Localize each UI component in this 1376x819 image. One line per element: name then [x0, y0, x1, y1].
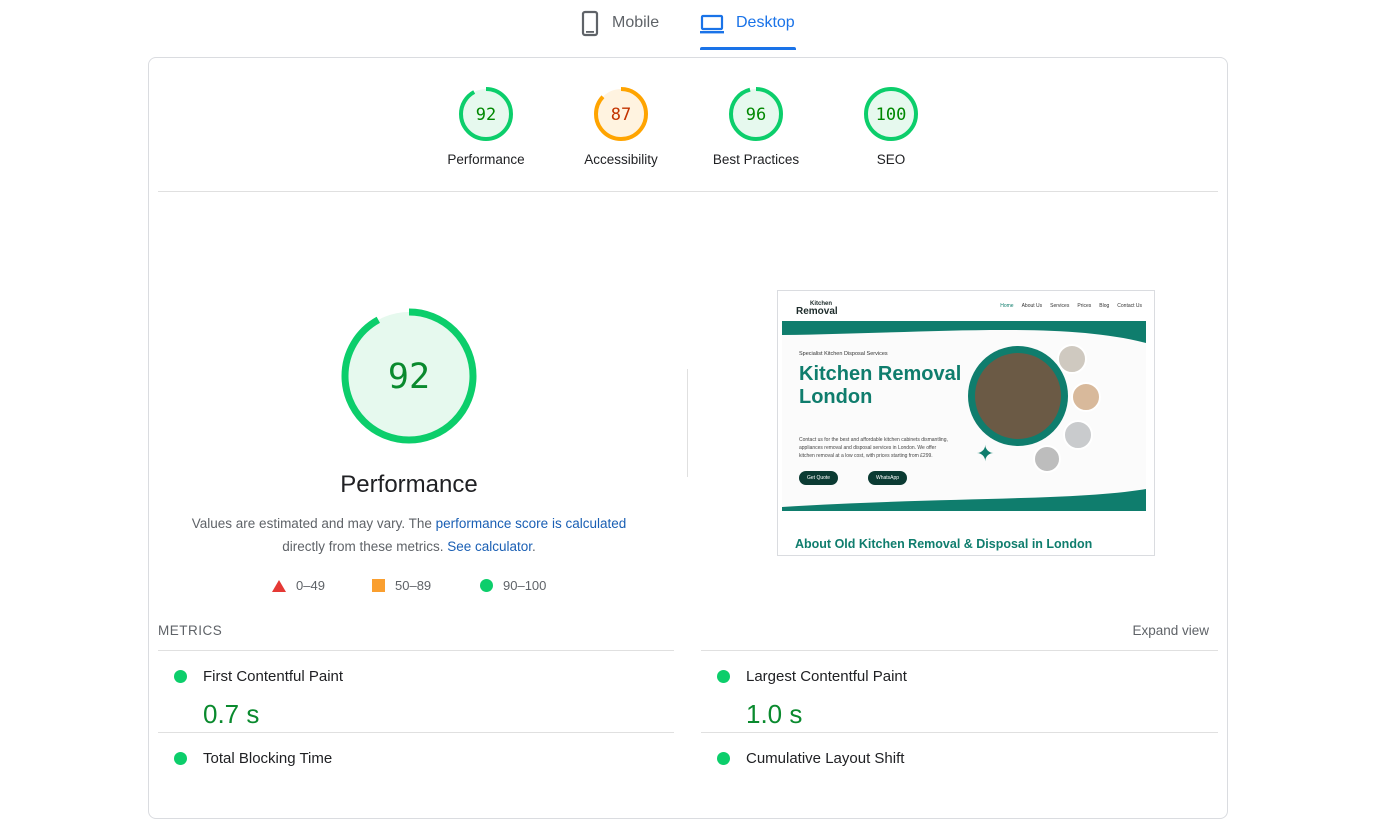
gauge-best-practices[interactable]: 96 Best Practices: [691, 86, 821, 167]
metric-title: First Contentful Paint: [203, 668, 344, 685]
gauge-best-practices-score: 96: [746, 105, 766, 125]
metrics-row-divider-right: [701, 732, 1218, 733]
gauge-seo-label: SEO: [876, 152, 906, 167]
legend-average-range: 50–89: [395, 578, 432, 593]
gauge-accessibility-label: Accessibility: [584, 152, 658, 167]
tab-mobile-label: Mobile: [612, 14, 660, 31]
phone-icon: [580, 10, 600, 43]
final-screenshot: Kitchen Removal Home About Us Services Pri…: [777, 290, 1155, 556]
svg-text:✦: ✦: [976, 441, 994, 466]
square-icon: [372, 579, 385, 592]
performance-title: Performance: [340, 471, 478, 498]
metric-value: 0.7 s: [203, 699, 260, 729]
pass-circle-icon: [174, 752, 187, 765]
gauge-accessibility[interactable]: 87 Accessibility: [556, 86, 686, 167]
gauge-performance-label: Performance: [447, 152, 525, 167]
preview-hero: ✦ Specialist Kitchen Disposal Services K…: [782, 321, 1146, 511]
see-calculator-link[interactable]: See calculator: [447, 539, 532, 554]
preview-logo: Kitchen Removal: [796, 301, 838, 317]
legend-average: 50–89: [372, 578, 431, 593]
pass-circle-icon: [174, 670, 187, 683]
metric-title: Total Blocking Time: [203, 750, 333, 767]
metric-title: Largest Contentful Paint: [746, 668, 907, 685]
preview-hero-wave: ✦: [782, 321, 1146, 511]
gauge-performance-score: 92: [476, 105, 496, 125]
gauge-seo-ring: 100: [864, 87, 918, 141]
legend-pass-range: 90–100: [503, 578, 547, 593]
description-text-1: Values are estimated and may vary. The: [191, 516, 436, 531]
preview-about-heading: About Old Kitchen Removal & Disposal in …: [795, 537, 1093, 551]
description-text-2: directly from these metrics.: [282, 539, 448, 554]
gauge-performance-ring: 92: [459, 87, 513, 141]
expand-view-toggle[interactable]: Expand view: [1132, 623, 1209, 638]
tab-desktop-label: Desktop: [736, 14, 795, 31]
legend-fail: 0–49: [272, 578, 325, 593]
gauges-divider: [158, 191, 1218, 192]
preview-quote-button: Get Quote: [799, 471, 839, 485]
preview-paragraph: Contact us for the best and affordable k…: [799, 437, 948, 459]
active-tab-indicator: [700, 47, 796, 50]
performance-main-gauge: 92: [341, 308, 477, 444]
gauge-performance[interactable]: 92 Performance: [421, 86, 551, 167]
performance-description: Values are estimated and may vary. The p…: [149, 512, 669, 558]
gauge-seo[interactable]: 100 SEO: [826, 86, 956, 167]
laptop-icon: [700, 10, 724, 43]
pass-circle-icon: [717, 752, 730, 765]
triangle-icon: [272, 579, 286, 592]
legend-fail-range: 0–49: [296, 578, 325, 593]
device-tabs: Mobile Desktop: [0, 0, 1376, 52]
preview-heading: Kitchen Removal London: [799, 363, 962, 408]
gauge-best-practices-label: Best Practices: [712, 152, 800, 167]
circle-icon: [480, 579, 493, 592]
metrics-divider-left: [158, 650, 674, 651]
score-calculated-link[interactable]: performance score is calculated: [436, 516, 627, 531]
preview-whatsapp-button: WhatsApp: [868, 471, 908, 485]
tab-mobile[interactable]: Mobile: [580, 10, 659, 50]
description-text-3: .: [532, 539, 536, 554]
pass-circle-icon: [717, 670, 730, 683]
metrics-row-divider-left: [158, 732, 674, 733]
metrics-divider-right: [701, 650, 1218, 651]
preview-navbar: Kitchen Removal Home About Us Services Pri…: [778, 291, 1154, 321]
report-card: 92 Performance 87 Accessibility 96 Best …: [148, 57, 1228, 819]
gauge-accessibility-score: 87: [611, 105, 631, 125]
legend-pass: 90–100: [480, 578, 546, 593]
performance-main-score: 92: [388, 357, 430, 397]
metric-value: 1.0 s: [746, 699, 803, 729]
metrics-heading: METRICS: [158, 623, 223, 638]
gauge-accessibility-ring: 87: [594, 87, 648, 141]
tab-desktop[interactable]: Desktop: [700, 10, 795, 50]
vertical-separator: [687, 369, 688, 477]
preview-tagline: Specialist Kitchen Disposal Services: [799, 351, 888, 357]
gauge-best-practices-ring: 96: [729, 87, 783, 141]
preview-nav-links: Home About Us Services Prices Blog Contact U…: [1000, 303, 1142, 309]
metric-title: Cumulative Layout Shift: [746, 750, 905, 767]
gauge-seo-score: 100: [876, 105, 907, 125]
